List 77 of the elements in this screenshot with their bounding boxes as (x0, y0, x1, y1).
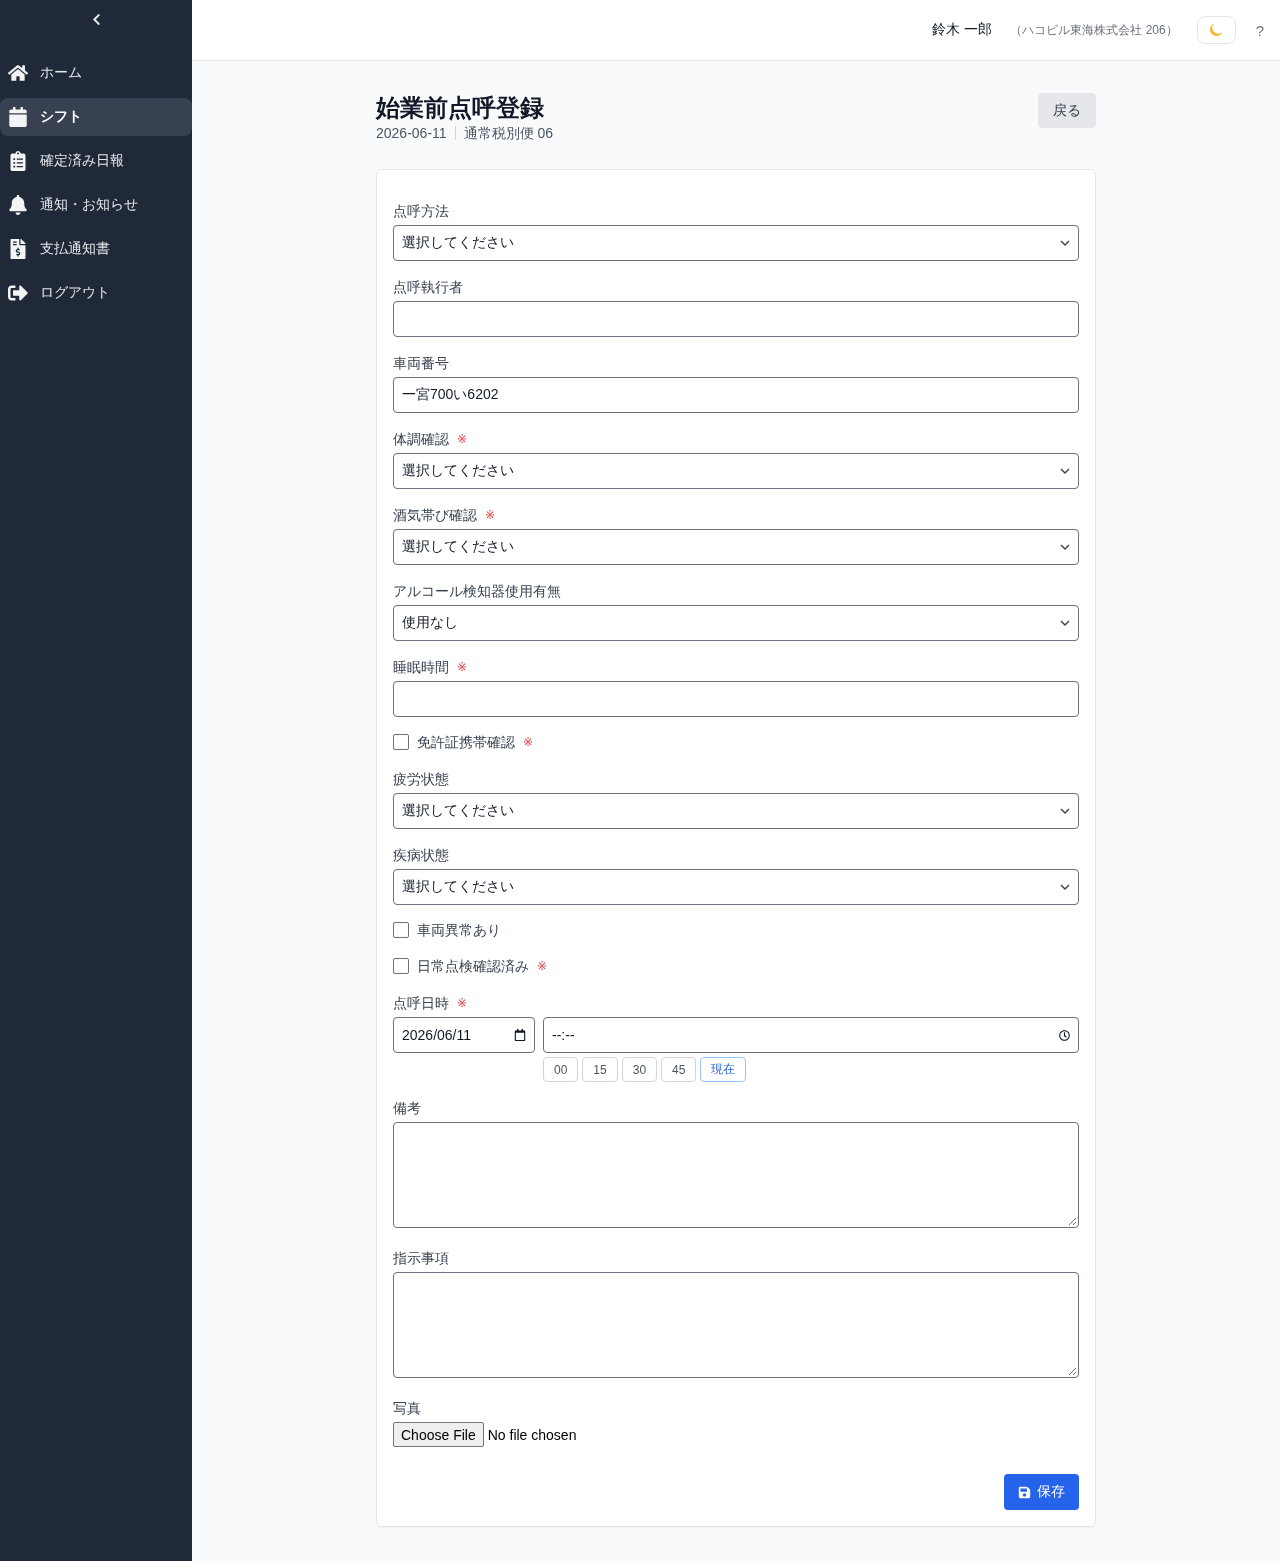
help-link[interactable]: ? (1255, 21, 1264, 39)
sidebar-item[interactable]: ログアウト (0, 274, 192, 312)
sidebar-item[interactable]: ホーム (0, 54, 192, 92)
required-mark: ※ (457, 660, 468, 674)
checkbox-label: 免許証携帯確認 (417, 733, 515, 752)
required-mark: ※ (457, 996, 468, 1010)
field-label: アルコール検知器使用有無 (393, 582, 561, 601)
minute-button[interactable]: 45 (661, 1057, 697, 1082)
required-mark: ※ (457, 432, 468, 446)
exit-arrow-icon (8, 283, 28, 303)
user-name: 鈴木 一郎 (932, 21, 993, 39)
required-mark: ※ (523, 735, 534, 749)
field-label: 指示事項 (393, 1249, 449, 1268)
text-input[interactable] (393, 301, 1079, 337)
page-title: 始業前点呼登録 (376, 93, 545, 123)
file-status: No file chosen (487, 1426, 577, 1443)
clipboard-icon (8, 151, 28, 171)
select-field[interactable]: 選択してください (393, 225, 1079, 261)
clock-icon (1059, 1029, 1070, 1041)
checkbox-label: 車両異常あり (417, 921, 501, 940)
select-field[interactable]: 選択してください (393, 869, 1079, 905)
minute-button[interactable]: 15 (582, 1057, 618, 1082)
date-input[interactable]: 2026/06/11 (393, 1017, 535, 1053)
time-input[interactable]: --:-- (543, 1017, 1079, 1053)
checkbox-label: 日常点検確認済み (417, 957, 529, 976)
minute-button[interactable]: 30 (621, 1057, 658, 1082)
sidebar-item[interactable]: シフト (0, 98, 192, 136)
chevron-down-icon (1060, 620, 1070, 626)
resize-grip-icon (1069, 1218, 1076, 1225)
home-icon (8, 63, 28, 83)
field-label: 写真 (393, 1399, 421, 1418)
select-field[interactable]: 選択してください (393, 793, 1079, 829)
field-label: 疲労状態 (393, 770, 449, 789)
sidebar-item[interactable]: 支払通知書 (0, 230, 192, 268)
checkbox[interactable] (393, 958, 409, 974)
required-mark: ※ (485, 508, 496, 522)
save-button[interactable]: 保存 (1004, 1474, 1079, 1510)
theme-toggle-button[interactable] (1196, 16, 1236, 44)
chevron-down-icon (1060, 468, 1070, 474)
field-label: 備考 (393, 1099, 421, 1118)
field-label: 酒気帯び確認 (393, 506, 477, 525)
dollar-document-icon (8, 239, 28, 259)
resize-grip-icon (1069, 1368, 1076, 1375)
field-label: 点呼方法 (393, 202, 449, 221)
chevron-down-icon (1060, 240, 1070, 246)
calendar-icon (514, 1029, 526, 1041)
route-name: 通常税別便 06 (463, 124, 554, 143)
select-field[interactable]: 使用なし (393, 605, 1079, 641)
field-label: 睡眠時間 (393, 658, 449, 677)
chevron-down-icon (1060, 884, 1070, 890)
text-input[interactable]: 一宮700い6202 (393, 377, 1079, 413)
sidebar-item[interactable]: 確定済み日報 (0, 142, 192, 180)
chevron-down-icon (1060, 544, 1070, 550)
moon-icon (1208, 22, 1225, 38)
required-mark: ※ (537, 959, 548, 973)
field-label: 車両番号 (393, 354, 449, 373)
choose-file-button[interactable]: Choose File (393, 1422, 484, 1447)
text-input[interactable] (393, 681, 1079, 717)
minute-button[interactable]: 00 (543, 1057, 579, 1082)
back-button[interactable]: 戻る (1038, 93, 1096, 128)
field-label: 疾病状態 (393, 846, 449, 865)
sidebar-item[interactable]: 通知・お知らせ (0, 186, 192, 224)
field-label: 体調確認 (393, 430, 449, 449)
textarea-field[interactable] (393, 1272, 1079, 1378)
select-field[interactable]: 選択してください (393, 529, 1079, 565)
shift-date: 2026-06-11 (376, 124, 447, 143)
chevron-down-icon (1060, 808, 1070, 814)
calendar-icon (8, 107, 28, 127)
select-field[interactable]: 選択してください (393, 453, 1079, 489)
now-button[interactable]: 現在 (700, 1057, 747, 1082)
company-name: （ハコビル東海株式会社 206） (1010, 21, 1178, 39)
field-label: 点呼執行者 (393, 278, 463, 297)
checkbox[interactable] (393, 922, 409, 938)
bell-icon (8, 195, 28, 215)
checkbox[interactable] (393, 734, 409, 750)
textarea-field[interactable] (393, 1122, 1079, 1228)
field-label: 点呼日時 (393, 994, 449, 1013)
